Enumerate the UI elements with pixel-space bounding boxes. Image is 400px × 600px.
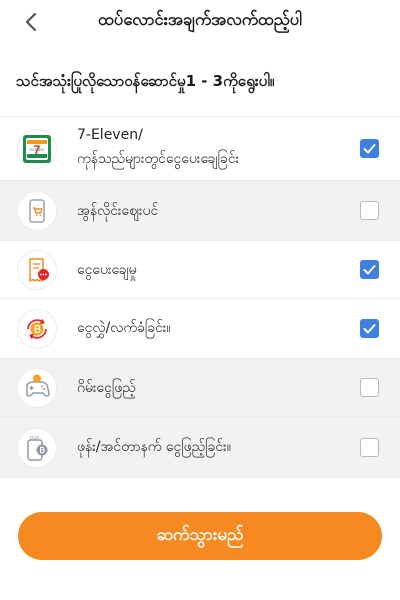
service-options-list: 7 ELEVEN 7-Eleven/ ကုန်သည်များတွင်ငွေပေး…: [0, 116, 400, 478]
checkmark-icon: [363, 144, 376, 154]
continue-button[interactable]: ဆက်သွားမည်: [18, 512, 382, 560]
option-label-seven-eleven: 7-Eleven/ ကုန်သည်များတွင်ငွေပေးချေခြင်း: [77, 123, 239, 171]
option-row-phone-topup[interactable]: true ဖုန်း/အင်တာနက် ငွေဖြည့်ခြင်း။: [0, 416, 400, 478]
online-shopping-icon: [17, 191, 57, 231]
money-transfer-icon: [17, 309, 57, 349]
option-row-money-transfer[interactable]: ငွေလွှဲ/လက်ခံခြင်း။: [0, 298, 400, 358]
option-row-bill-payment[interactable]: ငွေပေးချေမှု: [0, 240, 400, 298]
option-row-game-topup[interactable]: ဂိမ်းငွေဖြည့်: [0, 358, 400, 416]
checkbox-unchecked[interactable]: [360, 378, 379, 397]
option-label: အွန်လိုင်းဈေးပင်: [77, 203, 159, 219]
option-label: ငွေလွှဲ/လက်ခံခြင်း။: [77, 320, 171, 336]
true-brand-text: true: [30, 435, 39, 441]
checkmark-icon: [363, 324, 376, 334]
option-label-line1: 7-Eleven/: [77, 127, 143, 143]
instruction-text: သင်အသုံးပြုလိုသောဝန်ဆောင်မှု1 - 3ကိုရွေး…: [16, 72, 275, 90]
checkbox-checked[interactable]: [360, 319, 379, 338]
option-label: ဖုန်း/အင်တာနက် ငွေဖြည့်ခြင်း။: [77, 439, 231, 455]
checkbox-checked[interactable]: [360, 139, 379, 158]
header-bar: ထပ်လောင်းအချက်အလက်ထည့်ပါ: [0, 0, 400, 44]
seven-eleven-icon: 7 ELEVEN: [17, 129, 57, 169]
checkbox-unchecked[interactable]: [360, 201, 379, 220]
seven-eleven-brand-text: ELEVEN: [30, 148, 44, 152]
option-label-line2: ကုန်သည်များတွင်ငွေပေးချေခြင်း: [77, 151, 240, 167]
option-row-seven-eleven[interactable]: 7 ELEVEN 7-Eleven/ ကုန်သည်များတွင်ငွေပေး…: [0, 116, 400, 180]
option-label: ဂိမ်းငွေဖြည့်: [77, 380, 136, 396]
phone-topup-icon: true: [17, 428, 57, 468]
bill-payment-icon: [17, 250, 57, 290]
option-label: ငွေပေးချေမှု: [77, 262, 137, 278]
checkmark-icon: [363, 265, 376, 275]
game-topup-icon: [17, 368, 57, 408]
page-title: ထပ်လောင်းအချက်အလက်ထည့်ပါ: [97, 10, 303, 29]
checkbox-unchecked[interactable]: [360, 438, 379, 457]
option-row-online-shopping[interactable]: အွန်လိုင်းဈေးပင်: [0, 180, 400, 240]
checkbox-checked[interactable]: [360, 260, 379, 279]
